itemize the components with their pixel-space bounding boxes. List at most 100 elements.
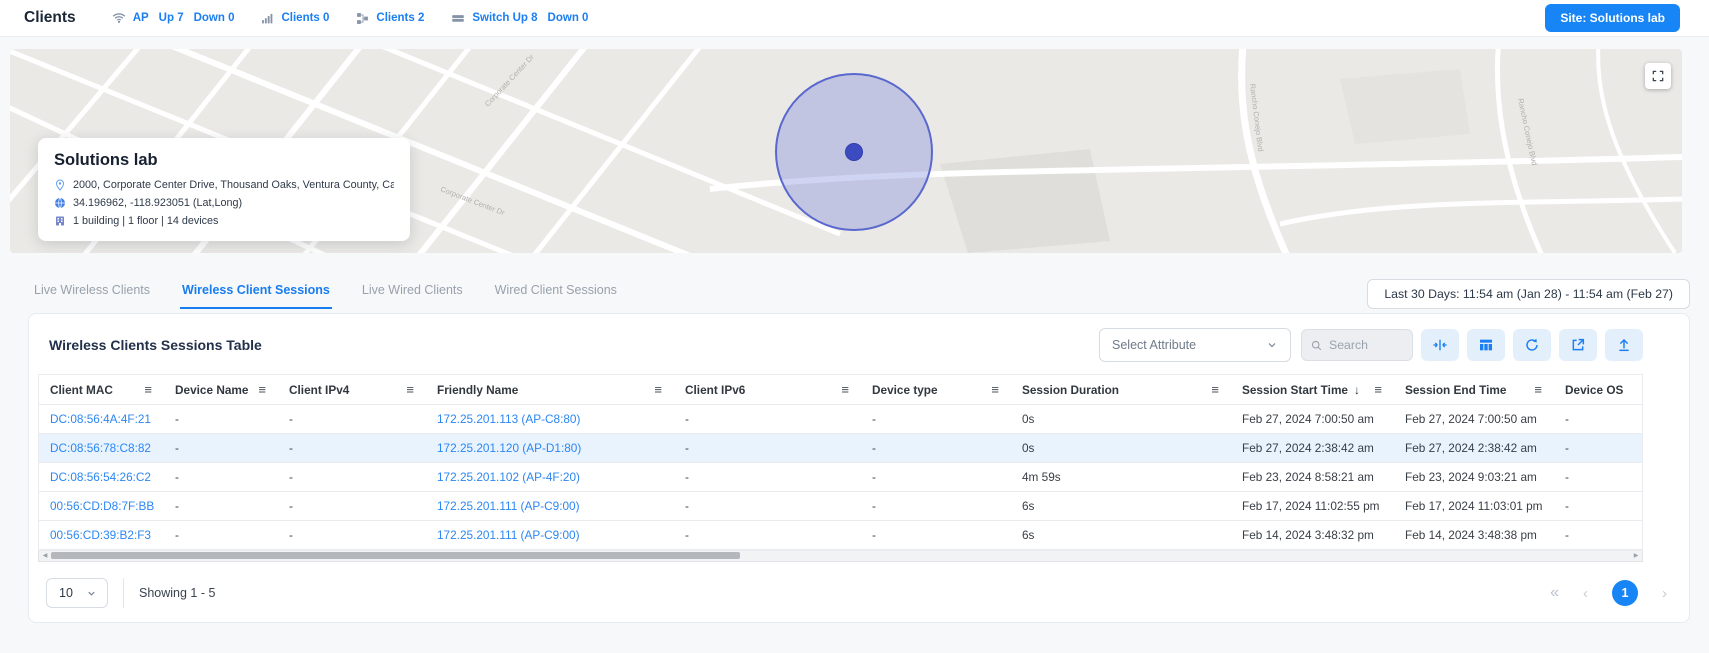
select-attribute-dropdown[interactable]: Select Attribute bbox=[1099, 328, 1291, 362]
col-client-ipv4[interactable]: Client IPv4≡ bbox=[278, 382, 426, 397]
cell: - bbox=[164, 441, 278, 455]
prev-page-icon[interactable]: ‹ bbox=[1583, 585, 1588, 602]
col-session-start-time[interactable]: Session Start Time↓≡ bbox=[1231, 382, 1394, 397]
table-row[interactable]: 00:56:CD:39:B2:F3 - - 172.25.201.111 (AP… bbox=[39, 521, 1642, 550]
open-report-button[interactable] bbox=[1559, 329, 1597, 361]
status-wireless-clients: Clients 0 bbox=[261, 12, 332, 25]
cell: - bbox=[164, 528, 278, 542]
cell: Feb 27, 2024 7:00:50 am bbox=[1394, 412, 1554, 426]
table-row[interactable]: DC:08:56:4A:4F:21 - - 172.25.201.113 (AP… bbox=[39, 405, 1642, 434]
cell: Feb 27, 2024 7:00:50 am bbox=[1231, 412, 1394, 426]
table-row[interactable]: 00:56:CD:D8:7F:BB - - 172.25.201.111 (AP… bbox=[39, 492, 1642, 521]
status-ap: AP Up 7 Down 0 bbox=[112, 11, 238, 25]
col-device-name[interactable]: Device Name≡ bbox=[164, 382, 278, 397]
site-address: 2000, Corporate Center Drive, Thousand O… bbox=[73, 179, 394, 191]
search-input[interactable] bbox=[1329, 338, 1399, 352]
cell: - bbox=[278, 499, 426, 513]
columns-button[interactable] bbox=[1467, 329, 1505, 361]
col-client-mac[interactable]: Client MAC≡ bbox=[39, 382, 164, 397]
network-hub-icon bbox=[356, 12, 369, 25]
cell: - bbox=[278, 470, 426, 484]
client-mac-link[interactable]: 00:56:CD:39:B2:F3 bbox=[39, 528, 164, 542]
col-session-duration[interactable]: Session Duration≡ bbox=[1011, 382, 1231, 397]
friendly-name-link[interactable]: 172.25.201.102 (AP-4F:20) bbox=[426, 470, 674, 484]
page-number-button[interactable]: 1 bbox=[1612, 580, 1638, 606]
column-menu-icon[interactable]: ≡ bbox=[1374, 382, 1382, 397]
column-menu-icon[interactable]: ≡ bbox=[654, 382, 662, 397]
cell: - bbox=[674, 470, 861, 484]
status-down-count: Down 0 bbox=[548, 12, 589, 24]
pagination: « ‹ 1 › bbox=[1550, 580, 1667, 606]
status-wired-clients: Clients 2 bbox=[356, 12, 427, 25]
location-pin-icon bbox=[54, 179, 66, 191]
table-row[interactable]: DC:08:56:54:26:C2 - - 172.25.201.102 (AP… bbox=[39, 463, 1642, 492]
scroll-right-icon[interactable]: ▶ bbox=[1630, 551, 1642, 560]
fullscreen-icon bbox=[1651, 69, 1665, 83]
col-session-end-time[interactable]: Session End Time≡ bbox=[1394, 382, 1554, 397]
cell: 6s bbox=[1011, 528, 1231, 542]
map-fullscreen-button[interactable] bbox=[1645, 63, 1671, 89]
cell: - bbox=[674, 412, 861, 426]
tab-live-wired-clients[interactable]: Live Wired Clients bbox=[360, 279, 465, 309]
client-mac-link[interactable]: DC:08:56:78:C8:82 bbox=[39, 441, 164, 455]
client-mac-link[interactable]: DC:08:56:4A:4F:21 bbox=[39, 412, 164, 426]
chevron-down-icon bbox=[86, 588, 97, 599]
scroll-left-icon[interactable]: ◀ bbox=[39, 551, 51, 560]
horizontal-scrollbar[interactable]: ◀ ▶ bbox=[38, 551, 1643, 562]
col-friendly-name[interactable]: Friendly Name≡ bbox=[426, 382, 674, 397]
site-marker-dot[interactable] bbox=[846, 144, 863, 161]
export-button[interactable] bbox=[1605, 329, 1643, 361]
page-title: Clients bbox=[24, 9, 76, 27]
friendly-name-link[interactable]: 172.25.201.111 (AP-C9:00) bbox=[426, 499, 674, 513]
cell: - bbox=[861, 528, 1011, 542]
refresh-button[interactable] bbox=[1513, 329, 1551, 361]
page-size-select[interactable]: 10 bbox=[46, 578, 108, 608]
site-map[interactable]: Corporate Center Dr Corporate Center Dr … bbox=[10, 49, 1682, 253]
cell: - bbox=[674, 441, 861, 455]
tab-live-wireless-clients[interactable]: Live Wireless Clients bbox=[32, 279, 152, 309]
status-up-count: Up 7 bbox=[159, 12, 184, 24]
column-menu-icon[interactable]: ≡ bbox=[258, 382, 266, 397]
table-row[interactable]: DC:08:56:78:C8:82 - - 172.25.201.120 (AP… bbox=[39, 434, 1642, 463]
cell: - bbox=[674, 499, 861, 513]
column-menu-icon[interactable]: ≡ bbox=[1211, 382, 1219, 397]
table-columns-icon bbox=[1478, 337, 1494, 353]
sort-desc-icon[interactable]: ↓ bbox=[1354, 383, 1360, 397]
column-menu-icon[interactable]: ≡ bbox=[991, 382, 999, 397]
cell: - bbox=[1554, 441, 1642, 455]
friendly-name-link[interactable]: 172.25.201.120 (AP-D1:80) bbox=[426, 441, 674, 455]
column-menu-icon[interactable]: ≡ bbox=[1534, 382, 1542, 397]
status-up-count: Switch Up 8 bbox=[472, 12, 537, 24]
cell: 0s bbox=[1011, 441, 1231, 455]
search-icon bbox=[1310, 339, 1323, 352]
col-device-type[interactable]: Device type≡ bbox=[861, 382, 1011, 397]
tab-wireless-client-sessions[interactable]: Wireless Client Sessions bbox=[180, 279, 332, 309]
scrollbar-thumb[interactable] bbox=[51, 552, 740, 559]
status-switch: Switch Up 8 Down 0 bbox=[451, 11, 591, 25]
next-page-icon[interactable]: › bbox=[1662, 585, 1667, 602]
cell: 0s bbox=[1011, 412, 1231, 426]
cell: 4m 59s bbox=[1011, 470, 1231, 484]
cell: Feb 27, 2024 2:38:42 am bbox=[1231, 441, 1394, 455]
column-menu-icon[interactable]: ≡ bbox=[841, 382, 849, 397]
tab-wired-client-sessions[interactable]: Wired Client Sessions bbox=[493, 279, 619, 309]
cell: - bbox=[278, 441, 426, 455]
cell: Feb 27, 2024 2:38:42 am bbox=[1394, 441, 1554, 455]
first-page-icon[interactable]: « bbox=[1550, 584, 1559, 602]
friendly-name-link[interactable]: 172.25.201.113 (AP-C8:80) bbox=[426, 412, 674, 426]
col-client-ipv6[interactable]: Client IPv6≡ bbox=[674, 382, 861, 397]
client-mac-link[interactable]: 00:56:CD:D8:7F:BB bbox=[39, 499, 164, 513]
fit-columns-button[interactable] bbox=[1421, 329, 1459, 361]
date-range-picker[interactable]: Last 30 Days: 11:54 am (Jan 28) - 11:54 … bbox=[1367, 279, 1690, 309]
column-menu-icon[interactable]: ≡ bbox=[406, 382, 414, 397]
sessions-table: Client MAC≡ Device Name≡ Client IPv4≡ Fr… bbox=[38, 374, 1643, 551]
refresh-icon bbox=[1524, 337, 1540, 353]
client-mac-link[interactable]: DC:08:56:54:26:C2 bbox=[39, 470, 164, 484]
cell: - bbox=[861, 499, 1011, 513]
column-menu-icon[interactable]: ≡ bbox=[144, 382, 152, 397]
col-device-os[interactable]: Device OS bbox=[1554, 383, 1642, 397]
friendly-name-link[interactable]: 172.25.201.111 (AP-C9:00) bbox=[426, 528, 674, 542]
search-box[interactable] bbox=[1301, 329, 1413, 361]
site-selector-button[interactable]: Site: Solutions lab bbox=[1545, 4, 1680, 32]
cell: - bbox=[164, 470, 278, 484]
